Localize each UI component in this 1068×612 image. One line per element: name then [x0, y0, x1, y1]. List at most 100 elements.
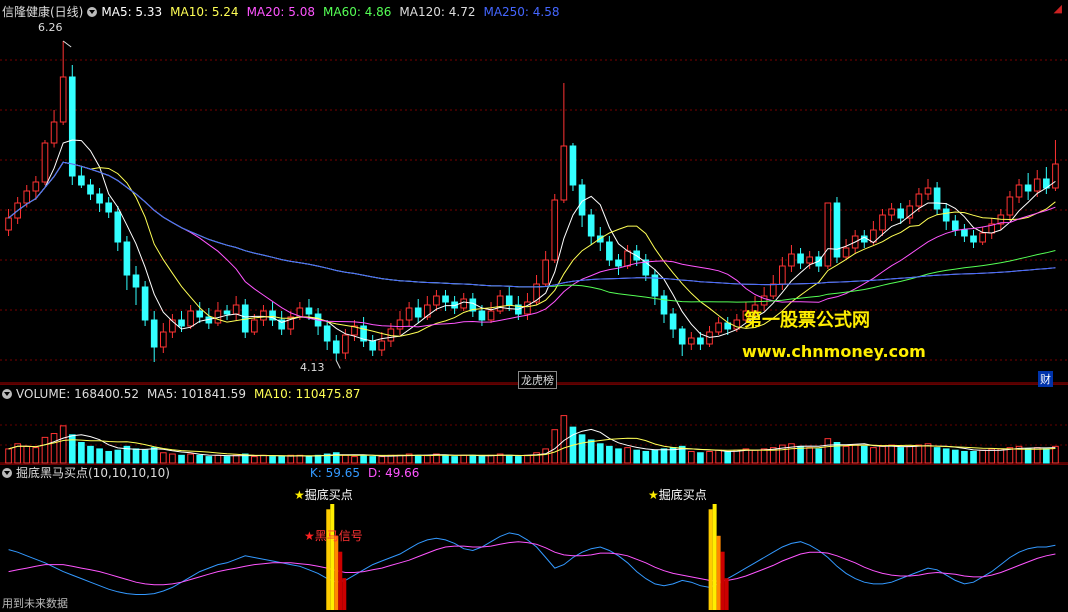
volume-bar	[114, 449, 122, 464]
ma5-line	[8, 139, 1056, 342]
volume-bar	[278, 456, 285, 464]
candle-body	[87, 184, 94, 195]
indicator-panel-header: 掘底黑马买点(10,10,10,10) K: 59.65 D: 49.66	[2, 465, 435, 481]
candle-body	[1006, 196, 1014, 216]
candle-body	[478, 310, 486, 321]
candle-body	[68, 76, 76, 177]
k-line	[8, 532, 1056, 595]
volume-bar	[342, 454, 349, 464]
candle-body	[897, 208, 905, 219]
candle-body	[123, 241, 131, 276]
volume-bar	[524, 454, 531, 464]
volume-bar	[460, 454, 468, 464]
candle-body	[5, 217, 12, 231]
candle-body	[569, 145, 577, 186]
indicator-legend: K: 59.65 D: 49.66	[310, 465, 428, 481]
volume-bar	[906, 445, 914, 464]
candle-body	[260, 310, 267, 321]
volume-bar	[860, 445, 868, 464]
volume-bar	[351, 456, 358, 464]
volume-bar	[260, 454, 267, 464]
volume-bar	[879, 445, 886, 464]
volume-bar	[396, 454, 404, 464]
panel-settings-icon[interactable]	[87, 7, 98, 17]
ma60-line	[8, 161, 1056, 303]
star-icon: ★	[294, 488, 305, 502]
watermark-url: www.chnmoney.com	[742, 342, 926, 361]
volume-bar	[269, 456, 276, 464]
signal-bar	[330, 504, 335, 610]
candle-body	[369, 340, 377, 351]
candle-body	[678, 328, 686, 345]
volume-bar	[915, 444, 923, 464]
volume-bar	[187, 453, 194, 464]
volume-bar	[870, 447, 877, 464]
candle-body	[150, 319, 158, 348]
volume-bar	[624, 447, 631, 464]
nav-arrow-icon[interactable]: ◢	[1054, 2, 1062, 15]
volume-bar	[970, 450, 977, 464]
volume-bar	[515, 456, 522, 464]
candle-body	[797, 253, 804, 264]
volume-bar	[1024, 448, 1032, 464]
volume-bar	[997, 448, 1005, 464]
candle-body	[660, 295, 668, 315]
candle-body	[41, 142, 49, 183]
candle-body	[669, 313, 677, 330]
volume-bar	[378, 456, 386, 464]
candle-body	[496, 295, 504, 312]
volume-bar	[660, 448, 668, 464]
volume-bar	[78, 442, 85, 464]
candle-body	[405, 307, 413, 321]
candle-body	[542, 259, 549, 285]
volume-bar	[942, 448, 950, 464]
volume-bar	[651, 449, 659, 464]
candle-body	[560, 145, 568, 201]
volume-bar	[706, 450, 713, 464]
volume-bar	[169, 453, 176, 464]
signal-bar	[708, 509, 713, 610]
volume-settings-icon[interactable]	[2, 389, 12, 399]
finance-tag[interactable]: 财	[1038, 371, 1053, 387]
volume-bar	[606, 445, 613, 464]
volume-bar	[615, 448, 622, 464]
candle-body	[951, 220, 959, 231]
volume-bar	[596, 443, 604, 464]
candle-body	[132, 274, 140, 288]
volume-bar	[132, 448, 140, 464]
volume-bar	[642, 450, 650, 464]
red-star-icon: ★	[304, 529, 315, 543]
volume-bar	[105, 450, 113, 464]
candle-body	[396, 319, 404, 330]
volume-bar	[842, 445, 850, 464]
candle-body	[933, 187, 941, 210]
candle-body	[251, 319, 258, 333]
volume-bar	[442, 454, 449, 464]
volume-bar	[961, 450, 968, 464]
volume-bar	[205, 456, 213, 464]
candle-body	[505, 295, 513, 306]
volume-bar	[687, 450, 695, 464]
low-price-label: 4.13	[300, 361, 325, 374]
ma120-line	[8, 161, 1056, 288]
volume-legend-2: MA10: 110475.87	[253, 387, 361, 401]
candle-body	[105, 202, 113, 213]
high-price-label: 6.26	[38, 21, 63, 34]
volume-bar	[32, 447, 40, 464]
volume-bar	[451, 456, 458, 464]
volume-bar	[542, 448, 549, 464]
volume-bar	[369, 456, 377, 464]
volume-bar	[469, 454, 477, 464]
volume-bar	[851, 444, 859, 464]
volume-bar	[951, 449, 959, 464]
volume-bar	[296, 454, 304, 464]
signal-bar	[342, 578, 347, 610]
volume-bar	[578, 434, 586, 464]
event-tag[interactable]: 龙虎榜	[518, 371, 557, 389]
volume-bar	[332, 452, 340, 464]
volume-bar	[96, 448, 103, 464]
candle-body	[196, 310, 204, 318]
ma-legend: MA5: 5.33 MA10: 5.24 MA20: 5.08 MA60: 4.86 M…	[101, 4, 567, 20]
stock-chart-canvas[interactable]	[0, 0, 1068, 612]
indicator-settings-icon[interactable]	[2, 468, 12, 478]
